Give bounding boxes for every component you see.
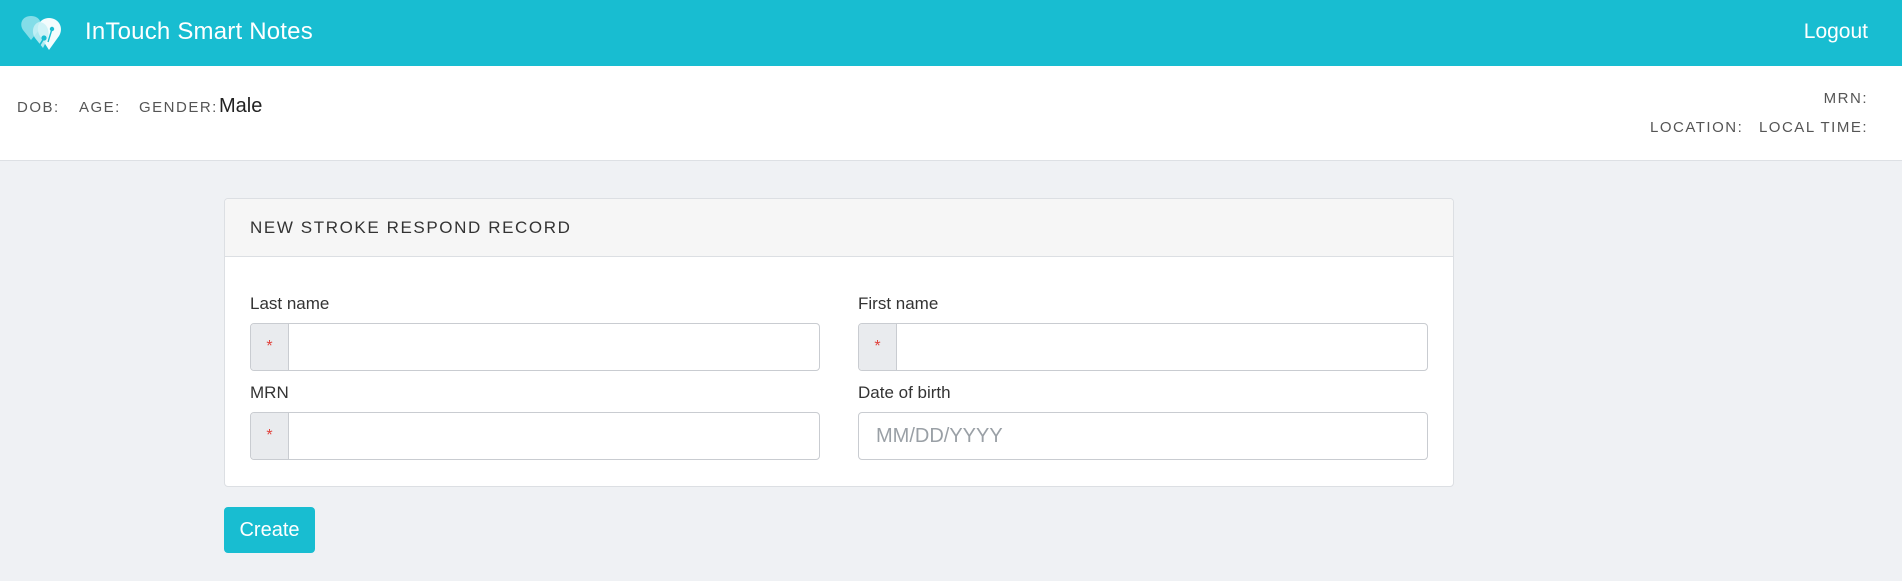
location-label: LOCATION:: [1650, 119, 1744, 136]
local-time-label: LOCAL TIME:: [1758, 119, 1868, 136]
gender-value: Male: [219, 95, 263, 117]
mrn-group: *: [250, 412, 820, 460]
new-record-card: NEW STROKE RESPOND RECORD Last name * Fi…: [224, 198, 1454, 487]
age-label: AGE:: [79, 99, 121, 116]
dob-field-label: Date of birth: [858, 383, 951, 402]
logout-link[interactable]: Logout: [1804, 20, 1868, 44]
app-title: InTouch Smart Notes: [85, 18, 313, 45]
last-name-input[interactable]: [289, 324, 819, 370]
card-header: NEW STROKE RESPOND RECORD: [225, 199, 1453, 257]
mrn-field-label: MRN: [250, 383, 289, 402]
required-marker: *: [251, 413, 289, 459]
first-name-label: First name: [858, 294, 939, 313]
gender-label: GENDER:: [139, 99, 218, 116]
first-name-input[interactable]: [897, 324, 1427, 370]
first-name-group: *: [858, 323, 1428, 371]
mrn-input[interactable]: [289, 413, 819, 459]
required-marker: *: [859, 324, 897, 370]
card-title: NEW STROKE RESPOND RECORD: [250, 217, 572, 237]
patient-info-bar: DOB: AGE: GENDER: Male MRN: LOCATION: LO…: [0, 66, 1902, 161]
dob-group: [858, 412, 1428, 460]
mrn-label: MRN:: [1823, 90, 1868, 107]
dob-label: DOB:: [17, 99, 60, 116]
intouch-logo-icon: [21, 16, 61, 50]
top-navbar: InTouch Smart Notes Logout: [0, 0, 1902, 66]
dob-input[interactable]: [859, 413, 1427, 459]
last-name-label: Last name: [250, 294, 330, 313]
required-marker: *: [251, 324, 289, 370]
last-name-group: *: [250, 323, 820, 371]
create-button[interactable]: Create: [224, 507, 315, 553]
